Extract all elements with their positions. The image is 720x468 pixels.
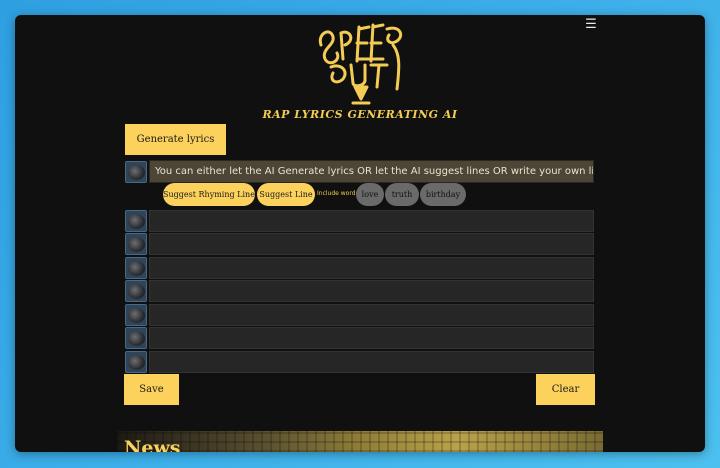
app-window: ☰ RAP LYRICS GENERATING AI Generate lyri… xyxy=(15,15,705,452)
microphone-grille-image xyxy=(117,431,603,452)
mic-avatar-icon xyxy=(125,280,147,302)
suggest-line-button[interactable]: Suggest Line xyxy=(257,183,315,206)
lyric-line-input[interactable] xyxy=(149,210,594,232)
lyric-line-input[interactable] xyxy=(149,351,594,373)
mic-avatar-icon xyxy=(125,233,147,255)
lyric-line-input[interactable] xyxy=(149,280,594,302)
mic-avatar-icon xyxy=(125,257,147,279)
graffiti-logo xyxy=(318,23,403,105)
save-button[interactable]: Save xyxy=(124,374,179,405)
mic-avatar-icon xyxy=(125,304,147,326)
clear-button[interactable]: Clear xyxy=(536,374,595,405)
news-title: News xyxy=(124,437,181,452)
lyric-line-input[interactable] xyxy=(149,257,594,279)
intro-message: You can either let the AI Generate lyric… xyxy=(149,160,594,183)
mic-avatar-icon xyxy=(125,210,147,232)
news-banner: News xyxy=(117,431,603,452)
mic-avatar-icon xyxy=(125,327,147,349)
word-chip[interactable]: birthday xyxy=(420,183,466,206)
ai-avatar-icon xyxy=(125,161,147,183)
word-chip[interactable]: truth xyxy=(385,183,419,206)
lyric-line-input[interactable] xyxy=(149,304,594,326)
suggest-rhyming-line-button[interactable]: Suggest Rhyming Line xyxy=(163,183,255,206)
lyric-line-input[interactable] xyxy=(149,233,594,255)
mic-avatar-icon xyxy=(125,351,147,373)
lyric-line-input[interactable] xyxy=(149,327,594,349)
word-chip[interactable]: love xyxy=(356,183,384,206)
hamburger-menu-icon[interactable]: ☰ xyxy=(584,18,598,32)
tagline: RAP LYRICS GENERATING AI xyxy=(262,108,458,121)
include-word-label: Include word: xyxy=(317,190,358,197)
generate-lyrics-button[interactable]: Generate lyrics xyxy=(125,124,226,155)
